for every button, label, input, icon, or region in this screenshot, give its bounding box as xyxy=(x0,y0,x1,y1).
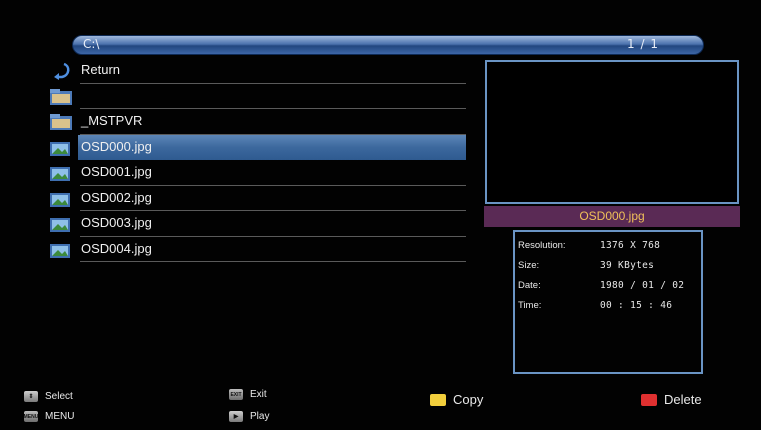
yellow-key-icon xyxy=(430,393,446,406)
red-key-icon xyxy=(641,393,657,406)
hint-select[interactable]: ⇕ Select xyxy=(24,391,73,402)
info-key: Time: xyxy=(518,300,542,311)
preview-filename: OSD000.jpg xyxy=(484,206,740,227)
hint-copy-label: Copy xyxy=(453,392,484,407)
hint-delete-label: Delete xyxy=(664,392,702,407)
hint-play-label: Play xyxy=(250,411,270,422)
file-label: _MSTPVR xyxy=(81,113,143,128)
page-indicator: 1 / 1 xyxy=(627,37,659,51)
image-preview-pane xyxy=(485,60,739,204)
row-divider xyxy=(80,261,466,262)
info-value: 39 KBytes xyxy=(600,260,655,271)
info-value: 1980 / 01 / 02 xyxy=(600,280,685,291)
file-list: Return _MSTPVR OSD000.jpg OSD001.jpg OSD… xyxy=(40,58,470,262)
file-label: Return xyxy=(81,62,121,77)
updown-key-icon: ⇕ xyxy=(24,391,38,402)
file-browser-screen: C:\ 1 / 1 Return _MSTPVR OSD000.jpg OSD0… xyxy=(0,0,761,430)
hint-play[interactable]: ▶ Play xyxy=(229,411,269,422)
hint-menu[interactable]: MENU MENU xyxy=(24,411,74,422)
info-value: 1376 X 768 xyxy=(600,240,661,251)
info-key: Size: xyxy=(518,260,540,271)
path-bar: C:\ 1 / 1 xyxy=(72,35,704,55)
info-key: Date: xyxy=(518,280,541,291)
file-row-folder[interactable]: _MSTPVR xyxy=(40,109,470,135)
file-label: OSD003.jpg xyxy=(81,215,152,230)
file-row-image[interactable]: OSD001.jpg xyxy=(40,160,470,186)
image-file-icon xyxy=(50,167,70,181)
file-label: OSD001.jpg xyxy=(81,164,152,179)
file-info-box: Resolution: 1376 X 768 Size: 39 KBytes D… xyxy=(513,230,703,374)
folder-icon xyxy=(50,114,72,130)
image-file-icon xyxy=(50,218,70,232)
info-value: 00 : 15 : 46 xyxy=(600,300,673,311)
hint-exit-label: Exit xyxy=(250,389,267,400)
hint-select-label: Select xyxy=(45,391,73,402)
file-row-image-selected[interactable]: OSD000.jpg xyxy=(40,134,470,160)
file-row-folder[interactable] xyxy=(40,84,470,109)
image-file-icon xyxy=(50,243,70,258)
file-label: OSD000.jpg xyxy=(81,138,152,154)
hint-delete[interactable]: Delete xyxy=(641,392,702,407)
current-path: C:\ xyxy=(83,37,100,51)
exit-key-icon: EXIT xyxy=(229,389,243,400)
hint-menu-label: MENU xyxy=(45,411,75,422)
menu-key-icon: MENU xyxy=(24,411,38,422)
hint-copy[interactable]: Copy xyxy=(430,392,483,407)
file-row-image[interactable]: OSD004.jpg xyxy=(40,237,470,262)
return-arrow-icon xyxy=(54,62,70,80)
image-file-icon xyxy=(50,192,70,207)
folder-icon xyxy=(50,88,72,105)
file-label: OSD002.jpg xyxy=(81,189,152,205)
file-row-return[interactable]: Return xyxy=(40,58,470,84)
image-file-icon xyxy=(50,141,70,156)
hint-exit[interactable]: EXIT Exit xyxy=(229,389,267,400)
file-label: OSD004.jpg xyxy=(81,240,152,256)
info-key: Resolution: xyxy=(518,240,566,251)
play-pause-key-icon: ▶ xyxy=(229,411,243,422)
file-row-image[interactable]: OSD002.jpg xyxy=(40,186,470,211)
file-row-image[interactable]: OSD003.jpg xyxy=(40,211,470,237)
